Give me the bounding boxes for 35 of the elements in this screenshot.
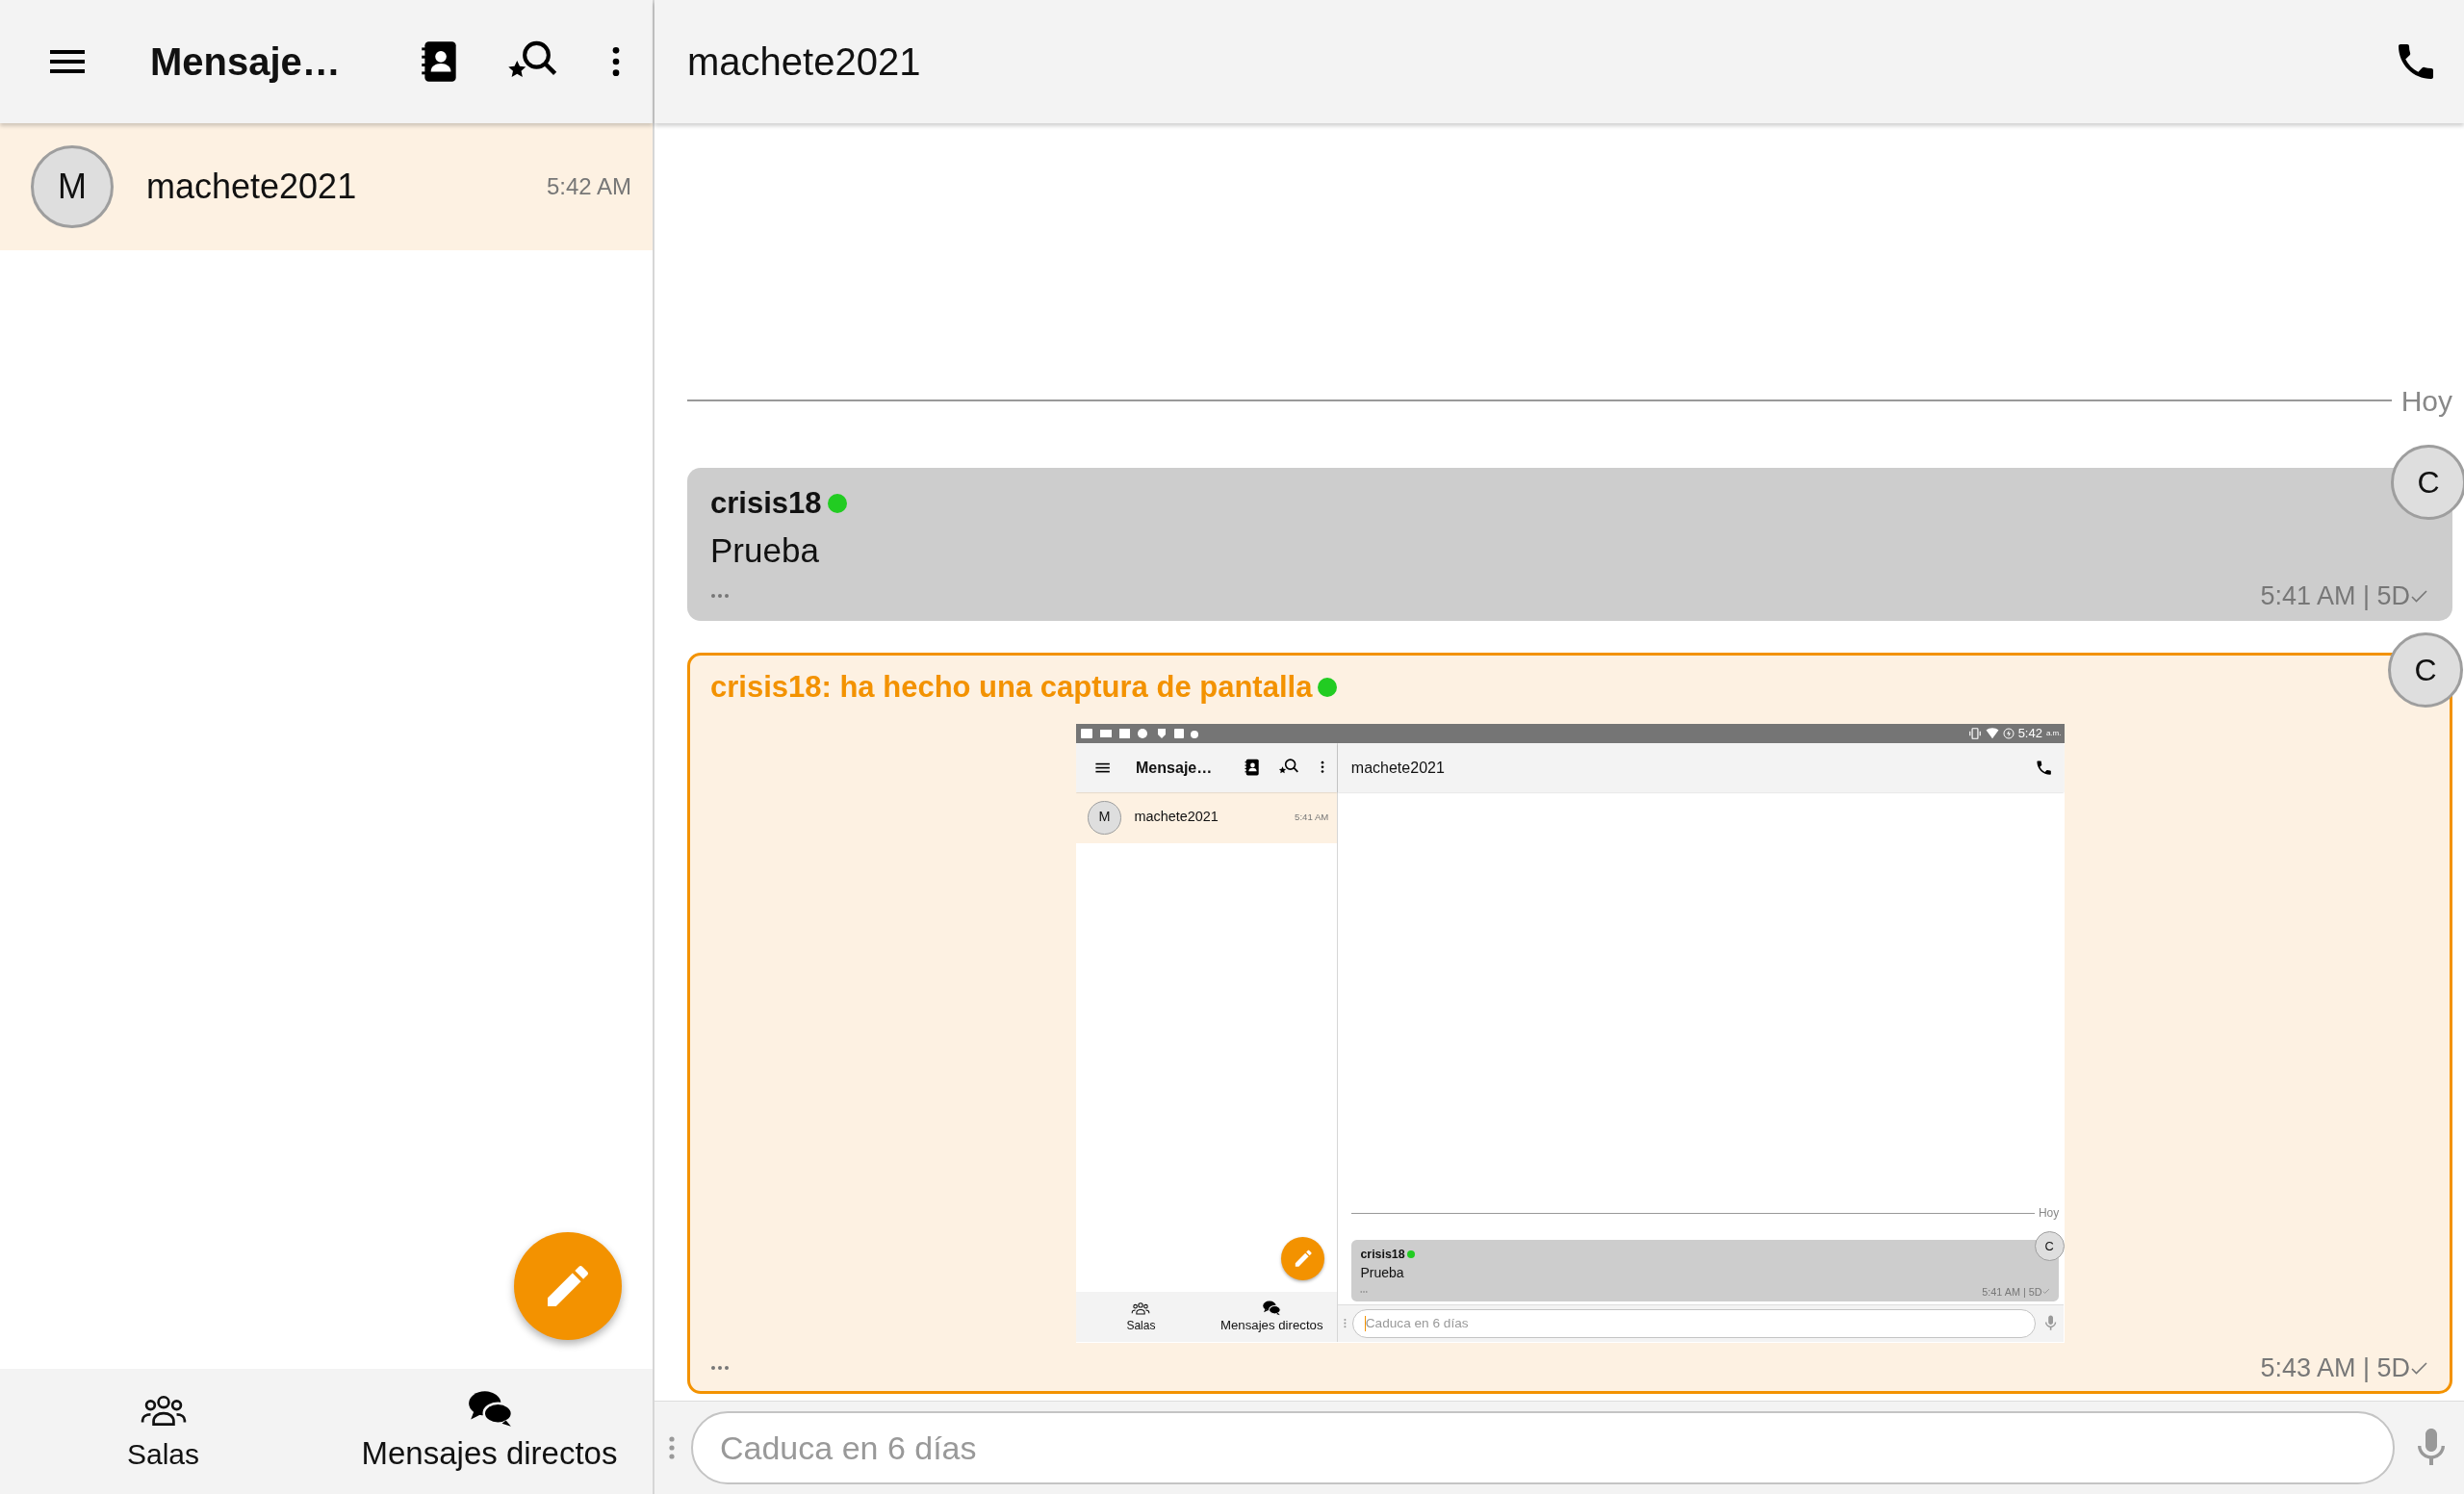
sender-name: crisis18 — [1360, 1246, 1405, 1263]
chat-title: machete2021 — [1350, 758, 1446, 779]
avatar: M — [1088, 801, 1121, 835]
nav-tab[interactable]: Mensajes directos — [326, 1385, 653, 1478]
date-divider: Hoy — [2400, 383, 2452, 419]
conversation-name: machete2021 — [1134, 808, 1219, 827]
conversation-name: machete2021 — [146, 166, 358, 208]
avatar: C — [2034, 1230, 2065, 1261]
chat-title: machete2021 — [687, 39, 922, 85]
conversation-time: 5:42 AM — [546, 172, 631, 201]
message-time: 5:41 AM | 5D — [1982, 1284, 2042, 1300]
message-time: 5:41 AM | 5D — [2260, 580, 2410, 612]
panel-title: Mensaje… — [150, 39, 341, 85]
conversation-item[interactable]: M machete2021 5:42 AM — [0, 123, 653, 250]
battery-icon — [2002, 727, 2015, 739]
conversation-time: 5:41 AM — [1295, 811, 1329, 825]
date-divider: Hoy — [2038, 1205, 2060, 1223]
phone-icon[interactable] — [2035, 758, 2054, 777]
avatar: C — [2391, 444, 2464, 520]
message-time: 5:43 AM | 5D — [2260, 1352, 2410, 1384]
message-text: Prueba — [710, 530, 820, 571]
panel-title: Mensaje… — [1136, 758, 1213, 779]
nav-tab[interactable]: Mensajes directos — [1206, 1298, 1338, 1335]
nav-tab[interactable]: Salas — [1075, 1299, 1207, 1334]
avatar: C — [2388, 632, 2463, 708]
nav-tab[interactable]: Salas — [0, 1387, 326, 1476]
wifi-icon — [1985, 726, 1999, 740]
status-time-suffix: a.m. — [2045, 727, 2062, 739]
sender-name: crisis18: ha hecho una captura de pantalla — [710, 669, 1313, 706]
conversation-item[interactable]: M machete2021 5:41 AM — [1075, 791, 1338, 843]
vibrate-icon — [1967, 726, 1982, 740]
avatar: M — [31, 145, 114, 228]
message-text: Prueba — [1360, 1264, 1405, 1283]
sender-name: crisis18 — [710, 484, 822, 522]
status-time: 5:42 — [2017, 724, 2042, 742]
